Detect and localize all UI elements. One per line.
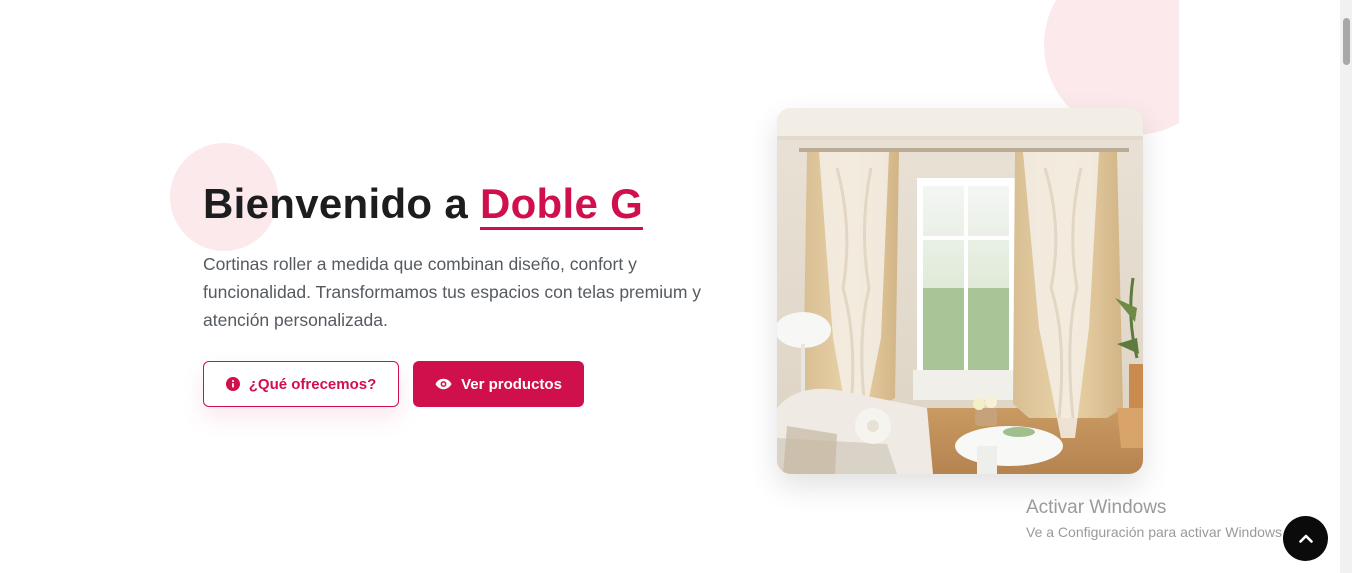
page: Bienvenido a Doble G Cortinas roller a m…	[0, 0, 1340, 573]
view-products-label: Ver productos	[461, 375, 562, 393]
windows-activation-title: Activar Windows	[1026, 497, 1167, 518]
chevron-up-icon	[1298, 530, 1313, 548]
hero-title: Bienvenido a Doble G	[203, 180, 644, 231]
windows-activation-subtitle: Ve a Configuración para activar Windows.	[1026, 524, 1286, 540]
what-we-offer-label: ¿Qué ofrecemos?	[248, 375, 377, 393]
windows-activation-watermark: Activar Windows Ve a Configuración para …	[1026, 496, 1286, 542]
page-scrollbar[interactable]	[1340, 0, 1352, 573]
back-to-top-button[interactable]	[1283, 516, 1328, 561]
hero-curtain-image	[777, 108, 1143, 474]
eye-icon	[435, 378, 452, 390]
hero-description: Cortinas roller a medida que combinan di…	[203, 254, 702, 330]
hero-title-prefix: Bienvenido a	[203, 180, 480, 227]
brand-name: Doble G	[479, 181, 644, 231]
info-circle-icon	[225, 377, 240, 391]
scrollbar-thumb[interactable]	[1343, 18, 1350, 65]
what-we-offer-button[interactable]: ¿Qué ofrecemos?	[203, 361, 399, 407]
view-products-button[interactable]: Ver productos	[413, 361, 584, 407]
